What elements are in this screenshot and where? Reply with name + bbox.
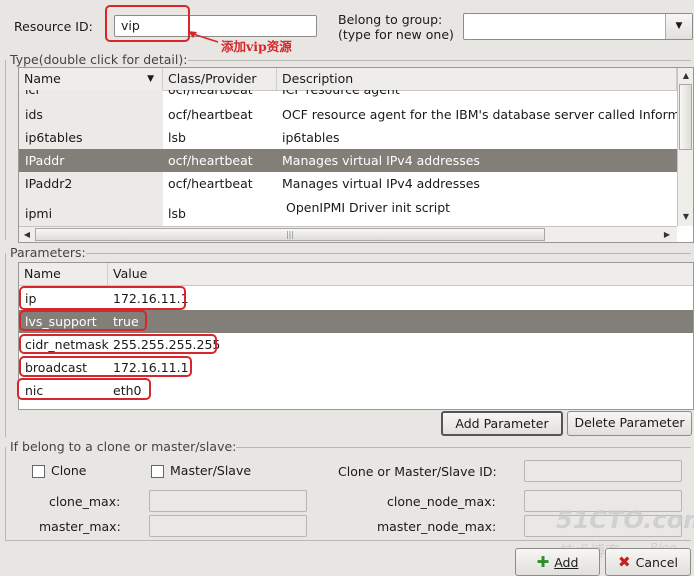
master-max-label: master_max: <box>39 519 121 534</box>
type-table-header: Name ▼ Class/Provider Description <box>19 68 693 91</box>
scroll-left-icon[interactable]: ◀ <box>21 229 33 241</box>
clone-id-label: Clone or Master/Slave ID: <box>338 464 497 479</box>
plus-icon: ✚ <box>536 553 550 571</box>
cancel-button[interactable]: ✖ Cancel <box>605 548 691 576</box>
column-header-description[interactable]: Description <box>277 68 677 90</box>
table-row[interactable]: IPaddr2 ocf/heartbeat Manages virtual IP… <box>19 172 677 195</box>
column-header-name[interactable]: Name ▼ <box>19 68 163 90</box>
group-label-line2: (type for new one) <box>338 27 454 42</box>
group-label-line1: Belong to group: <box>338 12 443 27</box>
vscroll-thumb[interactable] <box>679 84 692 150</box>
scroll-right-icon[interactable]: ▶ <box>661 229 673 241</box>
annotation-highlight-cidr-netmask <box>19 334 217 354</box>
table-row[interactable]: ipmi lsb OpenIPMI Driver init script <box>19 198 677 221</box>
chevron-down-icon[interactable]: ▼ <box>665 14 692 39</box>
clone-id-input[interactable] <box>524 460 682 482</box>
master-slave-checkbox-label: Master/Slave <box>170 463 252 478</box>
clone-node-max-label: clone_node_max: <box>387 494 496 509</box>
resource-id-label: Resource ID: <box>14 19 93 34</box>
clone-max-input[interactable] <box>149 490 307 512</box>
close-icon: ✖ <box>618 553 631 571</box>
table-row-selected[interactable]: IPaddr ocf/heartbeat Manages virtual IPv… <box>19 149 677 172</box>
type-table-hscrollbar[interactable]: ◀ ||| ▶ <box>19 226 677 242</box>
hscroll-thumb[interactable]: ||| <box>35 228 545 241</box>
master-max-input[interactable] <box>149 515 307 537</box>
table-row[interactable]: ip6tables lsb ip6tables <box>19 126 677 149</box>
type-table-vscrollbar[interactable]: ▲ ▼ <box>677 68 693 226</box>
master-node-max-label: master_node_max: <box>377 519 497 534</box>
clone-section-title: If belong to a clone or master/slave: <box>10 439 237 454</box>
scroll-down-icon[interactable]: ▼ <box>680 211 692 223</box>
type-table-body: lcf ocf/heartbeat ICF resource agent ids… <box>19 90 677 226</box>
add-button[interactable]: ✚ Add <box>515 548 600 576</box>
type-table[interactable]: Name ▼ Class/Provider Description lcf oc… <box>18 67 694 243</box>
clone-checkbox-label: Clone <box>51 463 87 478</box>
master-slave-checkbox[interactable] <box>151 465 164 478</box>
group-combo[interactable]: ▼ <box>463 13 693 40</box>
annotation-text: 添加vip资源 <box>221 39 292 54</box>
column-header-param-value[interactable]: Value <box>108 263 693 285</box>
parameters-table-header: Name Value <box>19 263 693 286</box>
column-header-provider[interactable]: Class/Provider <box>163 68 277 90</box>
table-row[interactable]: ids ocf/heartbeat OCF resource agent for… <box>19 103 677 126</box>
clone-checkbox[interactable] <box>32 465 45 478</box>
annotation-highlight-nic <box>17 378 151 400</box>
clone-max-label: clone_max: <box>49 494 121 509</box>
add-parameter-button[interactable]: Add Parameter <box>441 411 563 436</box>
annotation-highlight-lvs-support <box>19 310 147 331</box>
delete-parameter-button[interactable]: Delete Parameter <box>567 411 692 436</box>
annotation-highlight-resource-id <box>105 5 190 42</box>
watermark-logo: 51CTO.com <box>556 506 694 534</box>
table-row[interactable]: lcf ocf/heartbeat ICF resource agent <box>19 90 677 101</box>
type-section-title: Type(double click for detail): <box>10 52 188 67</box>
scroll-up-icon[interactable]: ▲ <box>680 70 692 82</box>
annotation-arrow-icon <box>188 31 219 43</box>
sort-desc-icon: ▼ <box>147 74 154 84</box>
annotation-highlight-broadcast <box>19 356 192 377</box>
params-section-title: Parameters: <box>10 245 86 260</box>
annotation-highlight-ip <box>19 286 186 310</box>
column-header-param-name[interactable]: Name <box>19 263 108 285</box>
